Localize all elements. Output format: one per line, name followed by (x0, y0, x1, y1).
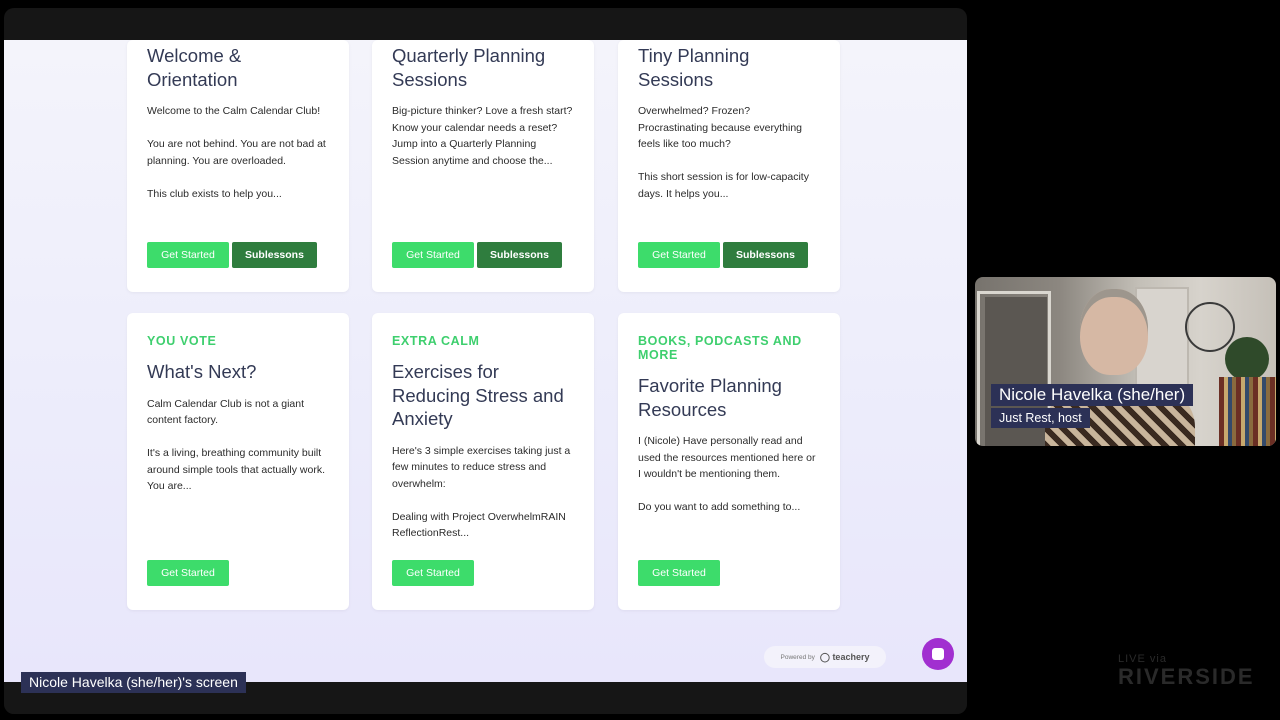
card-title: Welcome & Orientation (147, 45, 242, 90)
card-title: What's Next? (147, 361, 257, 382)
get-started-button[interactable]: Get Started (392, 242, 474, 268)
card-category: EXTRA CALM (392, 334, 480, 348)
teachery-logo: ◯ teachery (819, 651, 870, 662)
sublessons-button[interactable]: Sublessons (232, 242, 317, 268)
watermark-brand: RIVERSIDE (1118, 664, 1255, 689)
course-card-stress-exercises[interactable]: EXTRA CALM Exercises for Reducing Stress… (372, 313, 594, 610)
card-description: I (Nicole) Have personally read and used… (638, 435, 816, 514)
get-started-button[interactable]: Get Started (638, 242, 720, 268)
course-page: Welcome & Orientation Welcome to the Cal… (4, 40, 967, 682)
riverside-watermark: LIVE via RIVERSIDE (1118, 654, 1255, 688)
sublessons-button[interactable]: Sublessons (477, 242, 562, 268)
course-card-quarterly-planning[interactable]: Quarterly Planning Sessions Big-picture … (372, 40, 594, 292)
shared-screen-frame: Welcome & Orientation Welcome to the Cal… (4, 8, 967, 714)
card-category: BOOKS, PODCASTS AND MORE (638, 334, 802, 362)
powered-by-teachery-badge[interactable]: Powered by ◯ teachery (764, 646, 886, 668)
participant-role-tag: Just Rest, host (991, 408, 1090, 428)
card-title: Quarterly Planning Sessions (392, 45, 546, 90)
course-card-planning-resources[interactable]: BOOKS, PODCASTS AND MORE Favorite Planni… (618, 313, 840, 610)
card-title: Favorite Planning Resources (638, 375, 782, 420)
get-started-button[interactable]: Get Started (638, 560, 720, 586)
card-title: Exercises for Reducing Stress and Anxiet… (392, 361, 564, 429)
card-description: Welcome to the Calm Calendar Club! You a… (147, 105, 326, 200)
video-background-bookshelf (1219, 377, 1276, 446)
brand-name: teachery (832, 651, 870, 662)
participant-head (1080, 289, 1148, 375)
course-card-welcome[interactable]: Welcome & Orientation Welcome to the Cal… (127, 40, 349, 292)
powered-by-text: Powered by (780, 653, 815, 661)
sublessons-button[interactable]: Sublessons (723, 242, 808, 268)
participant-name-tag: Nicole Havelka (she/her) (991, 384, 1194, 406)
screen-share-label: Nicole Havelka (she/her)'s screen (21, 672, 246, 693)
card-description: Here's 3 simple exercises taking just a … (392, 444, 571, 540)
course-card-whats-next[interactable]: YOU VOTE What's Next? Calm Calendar Club… (127, 313, 349, 610)
get-started-button[interactable]: Get Started (147, 560, 229, 586)
card-category: YOU VOTE (147, 334, 217, 348)
chat-button[interactable] (922, 638, 954, 670)
get-started-button[interactable]: Get Started (147, 242, 229, 268)
card-description: Big-picture thinker? Love a fresh start?… (392, 105, 573, 167)
video-background-wall-art (1185, 302, 1235, 352)
card-description: Overwhelmed? Frozen? Procrastinating bec… (638, 105, 809, 200)
get-started-button[interactable]: Get Started (392, 560, 474, 586)
card-description: Calm Calendar Club is not a giant conten… (147, 397, 326, 493)
course-card-tiny-planning[interactable]: Tiny Planning Sessions Overwhelmed? Froz… (618, 40, 840, 292)
video-background-plant (1225, 337, 1269, 381)
participant-video-tile[interactable]: Nicole Havelka (she/her) Just Rest, host (975, 277, 1276, 446)
card-title: Tiny Planning Sessions (638, 45, 750, 90)
chat-icon (932, 648, 944, 660)
